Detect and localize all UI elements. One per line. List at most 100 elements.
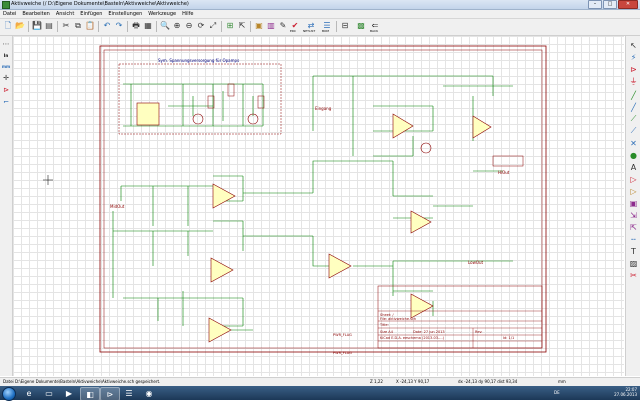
- ie-taskbar-icon[interactable]: e: [20, 387, 38, 399]
- library-browser-icon[interactable]: ▥: [266, 21, 276, 31]
- save-icon[interactable]: 💾: [32, 21, 42, 31]
- grid-toggle-icon[interactable]: ⋯: [1, 39, 11, 49]
- sheet-pin-icon[interactable]: ⇱: [628, 222, 639, 232]
- wire-entry-icon[interactable]: ⟋: [628, 114, 639, 124]
- title-block-title: Title:: [379, 323, 389, 327]
- paste-icon[interactable]: 📋: [85, 21, 95, 31]
- start-button[interactable]: [2, 387, 16, 401]
- explorer-taskbar-icon[interactable]: ▭: [40, 387, 58, 399]
- led-symbol[interactable]: [492, 155, 524, 167]
- toolbar-separator: [221, 21, 222, 32]
- zoom-out-icon[interactable]: ⊖: [184, 21, 194, 31]
- menu-hilfe[interactable]: Hilfe: [182, 11, 193, 18]
- menu-einstellungen[interactable]: Einstellungen: [108, 11, 142, 18]
- import-sheet-pin-icon[interactable]: ⇲: [628, 210, 639, 220]
- title-block-date: Date: 27 jun 2013: [413, 330, 445, 334]
- menu-datei[interactable]: Datei: [3, 11, 16, 18]
- hierarchical-sheet-icon[interactable]: ▣: [628, 198, 639, 208]
- close-button[interactable]: ✕: [618, 0, 638, 9]
- opamp-bottom[interactable]: [208, 317, 232, 343]
- schematic-canvas[interactable]: Sym. Spannungsversorgung für Opamps Eing…: [13, 36, 624, 376]
- opamp-hi-filter[interactable]: [212, 183, 236, 209]
- menu-werkzeuge[interactable]: Werkzeuge: [148, 11, 176, 18]
- zoom-fit-icon[interactable]: ⤢: [208, 21, 218, 31]
- cursor-shape-icon[interactable]: ✛: [1, 73, 11, 83]
- opamp-lo-buffer[interactable]: [328, 253, 352, 279]
- eeschema-taskbar-icon[interactable]: ⊳: [100, 387, 120, 401]
- menu-bearbeiten[interactable]: Bearbeiten: [22, 11, 49, 18]
- midout-label: MidOut: [110, 204, 125, 209]
- media-taskbar-icon[interactable]: ▶: [60, 387, 78, 399]
- cut-icon[interactable]: ✂: [61, 21, 71, 31]
- hierarchy-navigator-icon[interactable]: ⊞: [225, 21, 235, 31]
- library-editor-icon[interactable]: ▣: [254, 21, 264, 31]
- global-label-icon[interactable]: ▷: [628, 174, 639, 184]
- minimize-button[interactable]: –: [588, 0, 602, 9]
- maximize-button[interactable]: □: [603, 0, 617, 9]
- add-label-icon[interactable]: A: [628, 162, 639, 172]
- hidden-pins-icon[interactable]: ⊳: [1, 85, 11, 95]
- opamp-input-buffer[interactable]: [392, 113, 414, 139]
- annotate-icon[interactable]: ✎: [278, 21, 288, 31]
- delete-icon[interactable]: ✂: [628, 270, 639, 280]
- leave-sheet-icon[interactable]: ⇱: [237, 21, 247, 31]
- app-taskbar-icon[interactable]: ☰: [120, 387, 138, 399]
- hierarchical-label-icon[interactable]: ▷: [628, 186, 639, 196]
- transistor-symbol[interactable]: [192, 113, 204, 125]
- back-label: BACK: [370, 29, 379, 33]
- pcbnew-icon[interactable]: ▩: [356, 21, 366, 31]
- menu-bar: Datei Bearbeiten Ansicht Einfügen Einste…: [0, 10, 640, 19]
- zoom-redraw-icon[interactable]: ⟳: [196, 21, 206, 31]
- add-wire-icon[interactable]: ╱: [628, 90, 639, 100]
- status-coords: X -24,13 Y 90,17: [396, 379, 430, 384]
- pwr-flag-label: PWR_FLAG: [333, 351, 352, 355]
- no-connect-icon[interactable]: ✕: [628, 138, 639, 148]
- menu-ansicht[interactable]: Ansicht: [56, 11, 74, 18]
- add-bus-icon[interactable]: ╱: [628, 102, 639, 112]
- plot-icon[interactable]: ▦: [143, 21, 153, 31]
- schematic-drawing: Sym. Spannungsversorgung für Opamps Eing…: [43, 45, 547, 355]
- title-block-id: Id: 1/1: [503, 336, 514, 340]
- menu-einfuegen[interactable]: Einfügen: [80, 11, 102, 18]
- lowout-label: LowOut: [468, 260, 484, 265]
- app-taskbar-icon[interactable]: ◉: [140, 387, 158, 399]
- mm-units-button[interactable]: mm: [1, 61, 11, 71]
- add-text-icon[interactable]: T: [628, 246, 639, 256]
- wire-angle-icon[interactable]: ⌐: [1, 97, 11, 107]
- toolbar-separator: [57, 21, 58, 32]
- open-icon[interactable]: 📂: [15, 21, 25, 31]
- toolbar-separator: [98, 21, 99, 32]
- add-component-icon[interactable]: ⊳: [628, 64, 639, 74]
- new-sheet-icon[interactable]: 🗋: [3, 21, 13, 31]
- graphic-line-icon[interactable]: ╌: [628, 234, 639, 244]
- inch-units-button[interactable]: In: [1, 50, 11, 60]
- page-settings-icon[interactable]: ▤: [44, 21, 54, 31]
- copy-icon[interactable]: ⧉: [73, 21, 83, 31]
- title-bar: Aktivweiche (/ D:\Eigene Dokumente\Baste…: [0, 0, 640, 10]
- power-ic-symbol[interactable]: [136, 102, 160, 126]
- zoom-in-icon[interactable]: ⊕: [172, 21, 182, 31]
- junction-icon[interactable]: ●: [628, 150, 639, 160]
- redo-icon[interactable]: ↷: [114, 21, 124, 31]
- find-icon[interactable]: 🔍: [160, 21, 170, 31]
- opamp-lo-filter[interactable]: [210, 257, 234, 283]
- system-tray-clock[interactable]: 22:07 27.06.2013: [614, 387, 637, 397]
- hiout-label: HiOut: [498, 170, 510, 175]
- bus-entry-icon[interactable]: ⟋: [628, 126, 639, 136]
- toolbar-separator: [28, 21, 29, 32]
- undo-icon[interactable]: ↶: [102, 21, 112, 31]
- highlight-net-icon[interactable]: ⚡: [628, 52, 639, 62]
- transistor-symbol[interactable]: [420, 142, 432, 154]
- opamp-input-stage[interactable]: [472, 115, 492, 139]
- add-image-icon[interactable]: ▨: [628, 258, 639, 268]
- print-icon[interactable]: 🖶: [131, 21, 141, 31]
- cvpcb-icon[interactable]: ⊟: [340, 21, 350, 31]
- opamp-hi-output[interactable]: [410, 210, 432, 234]
- pwr-flag-label: PWR_FLAG: [333, 333, 352, 337]
- language-indicator[interactable]: DE: [554, 390, 560, 395]
- resistor-symbol[interactable]: [227, 83, 235, 97]
- kicad-taskbar-icon[interactable]: ◧: [80, 387, 100, 401]
- opamp-lo-output[interactable]: [410, 293, 434, 319]
- select-arrow-icon[interactable]: ↖: [628, 40, 639, 50]
- add-power-icon[interactable]: ⏚: [628, 76, 639, 86]
